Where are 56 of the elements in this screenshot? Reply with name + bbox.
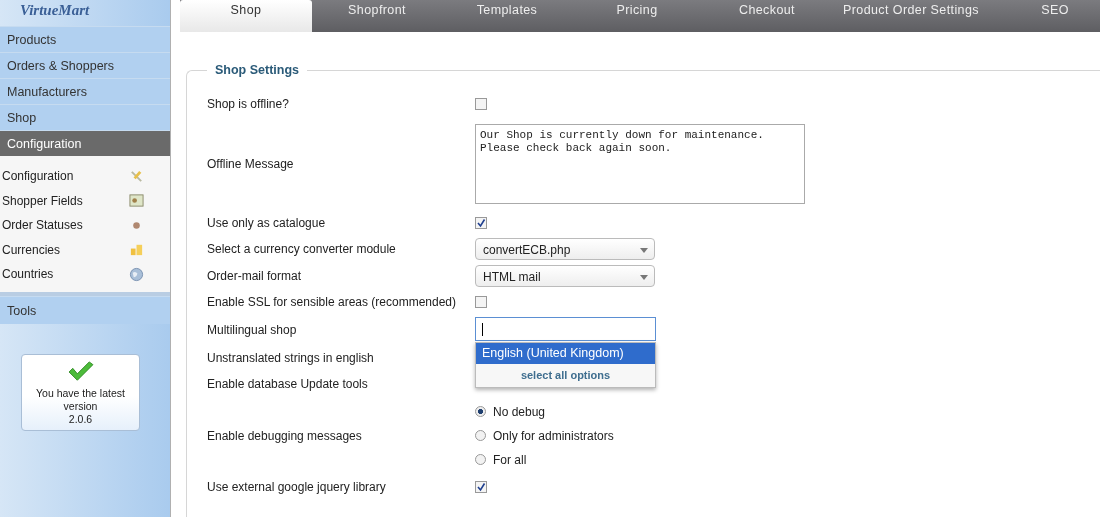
checkbox[interactable] [475, 296, 487, 309]
radio-button[interactable] [475, 430, 486, 441]
radio-button[interactable] [475, 454, 486, 465]
menu-item[interactable]: Orders & Shoppers [0, 52, 170, 78]
tab[interactable]: Product Order Settings [832, 0, 990, 32]
tab[interactable]: Templates [442, 0, 572, 32]
radio-label: For all [493, 452, 527, 467]
globe-icon [129, 266, 144, 282]
field-label: Use only as catalogue [207, 215, 327, 230]
tab[interactable]: Checkout [702, 0, 832, 32]
radio-label: No debug [493, 404, 546, 419]
submenu-item[interactable]: Currencies [2, 242, 61, 257]
field-label: Select a currency converter module [207, 242, 397, 257]
menu-item[interactable]: Products [0, 26, 170, 52]
checkmark-icon [66, 360, 95, 383]
search-field[interactable] [475, 317, 656, 341]
field-label: Shop is offline? [207, 97, 290, 112]
form-icon [129, 193, 144, 209]
tab[interactable]: Shopfront [312, 0, 442, 32]
version-number: 2.0.6 [68, 412, 93, 426]
field-label: Enable debugging messages [207, 428, 363, 443]
field-label: Unstranslated strings in english [207, 350, 375, 365]
field-label: Multilingual shop [207, 323, 298, 337]
field-label: Use external google jquery library [207, 479, 387, 494]
submenu-item[interactable]: Configuration [2, 169, 74, 184]
checkbox[interactable] [475, 98, 487, 111]
select-dropdown[interactable]: convertECB.php [475, 238, 655, 261]
field-label: Enable database Update tools [207, 377, 369, 392]
menu-item[interactable]: Tools [0, 295, 170, 324]
menu-item[interactable]: Shop [0, 104, 170, 130]
tools-icon [129, 168, 144, 184]
field-label: Enable SSL for sensible areas (recommended) [207, 295, 458, 310]
message-textarea[interactable]: Our Shop is currently down for maintenance. Please check back again soon. [475, 123, 805, 204]
menu-item[interactable]: Manufacturers [0, 78, 170, 104]
submenu-item[interactable]: Order Statuses [2, 218, 83, 233]
select-dropdown[interactable]: HTML mail [475, 264, 655, 287]
field-label: Order-mail format [207, 268, 302, 283]
checkbox[interactable] [475, 216, 487, 229]
version-message: You have the latest version [35, 386, 126, 413]
tab[interactable]: Pricing [572, 0, 702, 32]
caret-icon [640, 274, 648, 280]
submenu-item[interactable]: Shopper Fields [2, 193, 83, 208]
fieldset-legend: Shop Settings [207, 63, 308, 77]
tab[interactable]: Shop [180, 0, 312, 32]
dropdown-option[interactable]: English (United Kingdom) [476, 343, 655, 364]
coins-icon [129, 242, 144, 258]
radio-label: Only for administrators [493, 428, 614, 443]
select-all-link[interactable]: select all options [476, 364, 655, 387]
caret-icon [640, 248, 648, 254]
radio-button[interactable] [475, 406, 486, 417]
field-label: Offline Message [207, 156, 295, 171]
menu-item[interactable]: Configuration [0, 130, 170, 156]
logo: VirtueMart [19, 1, 91, 20]
checkbox[interactable] [475, 480, 487, 493]
submenu-item[interactable]: Countries [2, 267, 54, 282]
tab[interactable]: SEO [990, 0, 1100, 32]
